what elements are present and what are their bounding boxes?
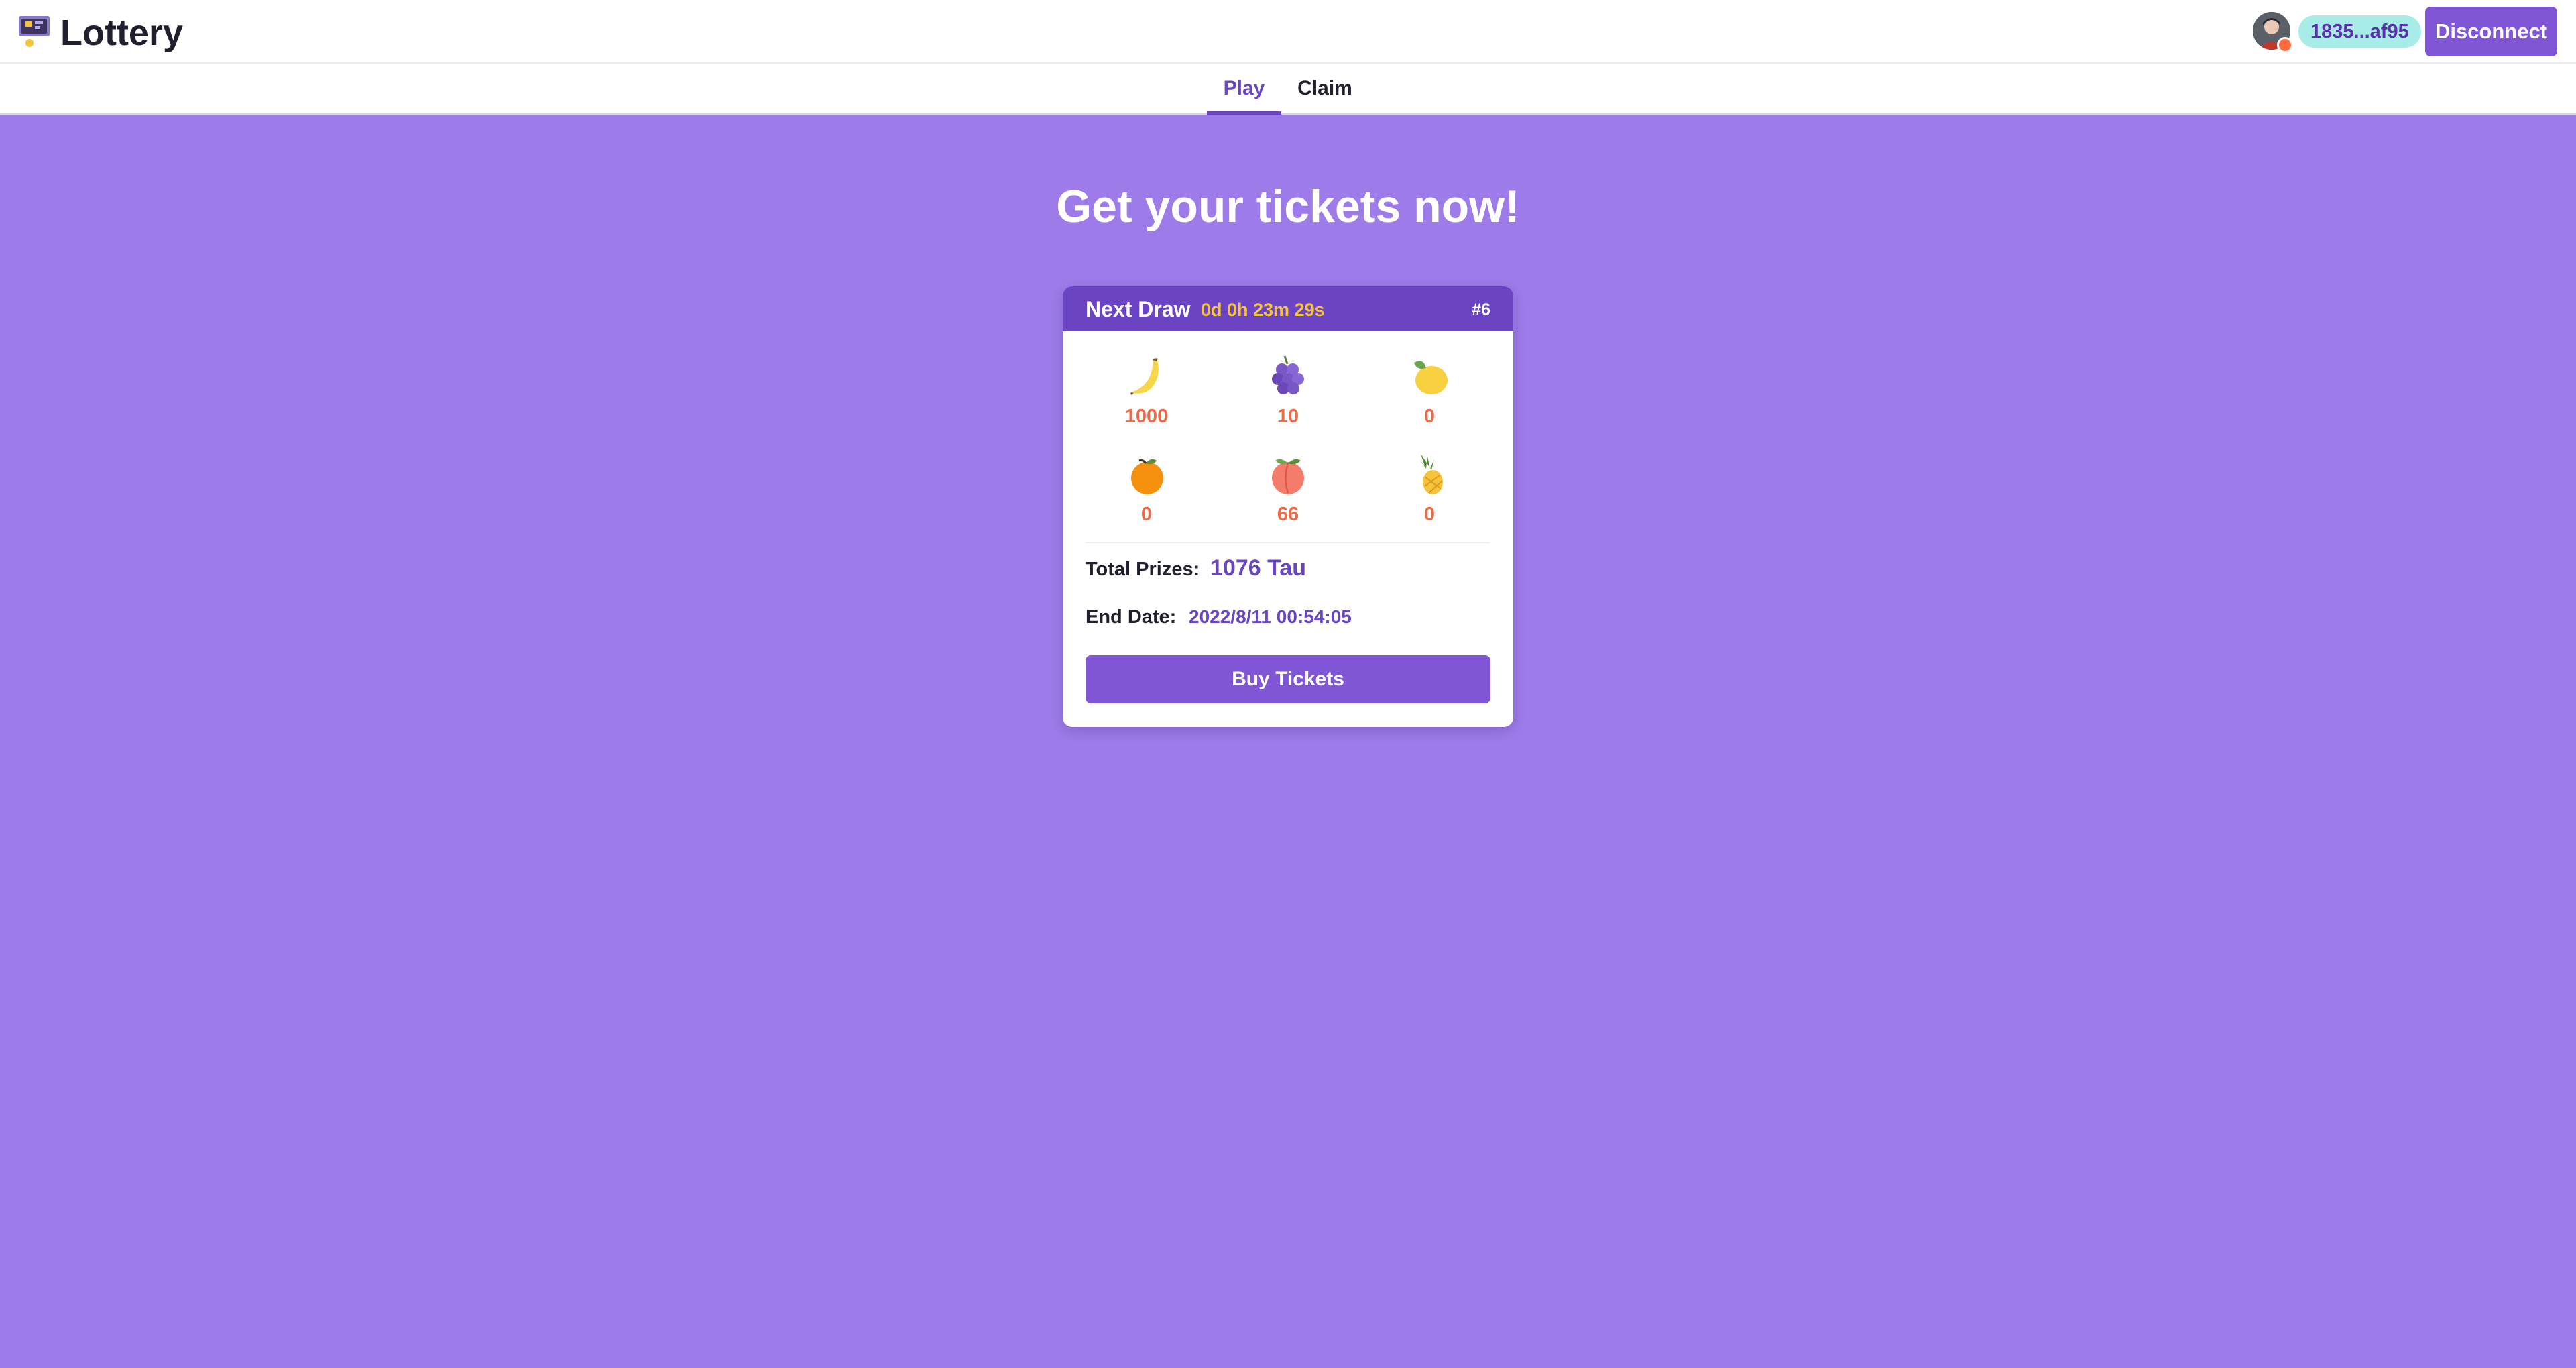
fruit-count: 0 [1140, 504, 1153, 525]
fruit-orange: 0 [1093, 451, 1200, 526]
total-prizes-label: Total Prizes: [1086, 559, 1200, 580]
fruit-count: 0 [1423, 406, 1436, 427]
countdown-timer: 0d 0h 23m 29s [1201, 300, 1325, 320]
end-date-label: End Date: [1086, 606, 1177, 628]
wallet-address[interactable]: 1835...af95 [2298, 15, 2421, 48]
fruit-count: 66 [1277, 504, 1299, 525]
card-header: Next Draw 0d 0h 23m 29s #6 [1063, 286, 1513, 331]
disconnect-button[interactable]: Disconnect [2425, 7, 2557, 56]
lemon-icon [1414, 361, 1448, 394]
end-date-value: 2022/8/11 00:54:05 [1189, 606, 1352, 627]
fruit-banana: 1000 [1093, 353, 1200, 429]
tab-claim[interactable]: Claim [1285, 64, 1365, 115]
fruit-count: 0 [1423, 504, 1436, 525]
buy-tickets-button[interactable]: Buy Tickets [1086, 655, 1490, 703]
divider [1086, 542, 1490, 543]
fruit-pineapple: 0 [1376, 451, 1483, 526]
tab-play[interactable]: Play [1207, 64, 1281, 115]
banana-icon [1130, 358, 1159, 395]
lottery-ticket-icon[interactable] [17, 15, 52, 48]
fruit-peach: 66 [1234, 451, 1342, 526]
app-title: Lottery [60, 13, 184, 53]
fruit-lemon: 0 [1376, 353, 1483, 429]
round-number: #6 [1472, 300, 1490, 319]
orange-icon [1131, 459, 1163, 494]
fruit-count: 1000 [1124, 406, 1169, 427]
grapes-icon [1272, 355, 1304, 394]
status-dot [2277, 37, 2293, 53]
page-headline: Get your tickets now! [1056, 181, 1520, 232]
top-bar: Lottery 1835...af95 Disconnect [0, 0, 2576, 64]
next-draw-card: Next Draw 0d 0h 23m 29s #6 1000 10 0 0 6… [1063, 286, 1513, 727]
next-draw-title: Next Draw [1086, 297, 1191, 321]
peach-icon [1272, 459, 1304, 494]
total-prizes-value: 1076 Tau [1210, 555, 1307, 581]
fruit-count: 10 [1277, 406, 1299, 427]
pineapple-icon [1419, 454, 1443, 494]
tab-bar: Play Claim [0, 64, 2576, 115]
fruit-grapes: 10 [1234, 353, 1342, 429]
